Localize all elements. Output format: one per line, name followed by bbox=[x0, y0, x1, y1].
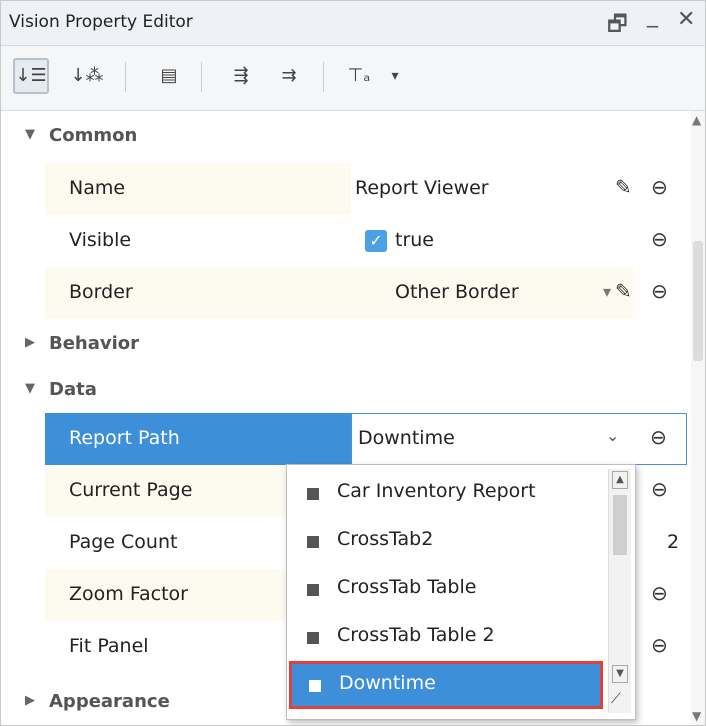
option-label: CrossTab2 bbox=[337, 528, 434, 550]
dropdown-option[interactable]: CrossTab2 bbox=[287, 517, 605, 565]
dropdown-scrollbar[interactable]: ▲ ▼ ⟋ bbox=[608, 469, 631, 713]
property-label: Report Path bbox=[69, 427, 180, 449]
link-icon[interactable]: ⊖ bbox=[651, 477, 668, 501]
name-value: Report Viewer bbox=[355, 177, 489, 199]
dropdown-option[interactable]: CrossTab Table 2 bbox=[287, 613, 605, 661]
toolbar: ↓☰ ↓⁂ ▤ ⇶ ⇉ ⊤ₐ ▾ bbox=[1, 46, 705, 111]
property-value-cell[interactable]: ✓ true bbox=[351, 215, 633, 267]
report-path-value: Downtime bbox=[358, 427, 455, 449]
toolbar-divider bbox=[323, 62, 324, 92]
section-label: Appearance bbox=[49, 691, 170, 712]
border-dropdown[interactable]: Other Border ▾ bbox=[351, 267, 633, 319]
report-icon bbox=[307, 488, 319, 500]
border-value: Other Border bbox=[395, 281, 519, 303]
section-label: Common bbox=[49, 125, 138, 146]
scroll-up-icon[interactable]: ▲ bbox=[612, 471, 628, 489]
pencil-icon[interactable]: ✎ bbox=[615, 175, 632, 199]
option-label: Downtime bbox=[339, 672, 436, 694]
dropdown-option[interactable]: Car Inventory Report bbox=[287, 469, 605, 517]
property-value-cell[interactable]: Report Viewer bbox=[351, 163, 633, 215]
dropdown-option[interactable]: CrossTab Table bbox=[287, 565, 605, 613]
close-icon[interactable]: ✕ bbox=[677, 7, 695, 32]
scroll-up-icon[interactable]: ▲ bbox=[692, 113, 701, 127]
report-icon bbox=[307, 584, 319, 596]
property-row-report-path[interactable]: Report Path Downtime ⌄ ⊖ bbox=[45, 413, 691, 465]
description-icon[interactable]: ▤ bbox=[151, 58, 187, 94]
property-label: Fit Panel bbox=[69, 635, 149, 657]
section-common[interactable]: ▼ Common bbox=[1, 111, 691, 163]
property-row-name[interactable]: Name Report Viewer ✎ ⊖ bbox=[45, 163, 691, 215]
link-icon[interactable]: ⊖ bbox=[651, 581, 668, 605]
filter-dropdown-icon[interactable]: ▾ bbox=[377, 58, 413, 94]
link-icon[interactable]: ⊖ bbox=[651, 227, 668, 251]
dropdown-triangle-icon[interactable]: ▾ bbox=[603, 282, 611, 301]
chevron-down-icon[interactable]: ⌄ bbox=[606, 426, 619, 445]
property-label: Page Count bbox=[69, 531, 178, 553]
collapsed-arrow-icon: ▶ bbox=[25, 335, 35, 350]
property-name-cell: Visible bbox=[45, 215, 351, 267]
toolbar-divider bbox=[125, 62, 126, 92]
scrollbar-thumb[interactable] bbox=[613, 495, 627, 555]
pencil-icon[interactable]: ✎ bbox=[615, 279, 632, 303]
title-bar: Vision Property Editor 🗗 _ ✕ bbox=[1, 1, 705, 46]
expand-all-icon[interactable]: ⇶ bbox=[223, 58, 259, 94]
section-behavior[interactable]: ▶ Behavior bbox=[1, 319, 691, 371]
section-label: Data bbox=[49, 379, 97, 400]
sort-alphabetical-icon[interactable]: ↓⁂ bbox=[69, 58, 105, 94]
report-icon bbox=[307, 536, 319, 548]
link-icon[interactable]: ⊖ bbox=[651, 279, 668, 303]
section-label: Behavior bbox=[49, 333, 140, 354]
property-label: Name bbox=[69, 177, 126, 199]
collapse-all-icon[interactable]: ⇉ bbox=[271, 58, 307, 94]
grid-scrollbar[interactable]: ▲ ▼ bbox=[691, 111, 705, 725]
property-name-cell: Name bbox=[45, 163, 351, 215]
scroll-down-icon[interactable]: ▼ bbox=[612, 665, 628, 683]
link-icon[interactable]: ⊖ bbox=[650, 425, 667, 449]
visible-checkbox[interactable]: ✓ bbox=[365, 230, 387, 252]
window-title: Vision Property Editor bbox=[9, 12, 193, 32]
resize-grip-icon[interactable]: ⟋ bbox=[611, 691, 621, 707]
page-count-value: 2 bbox=[667, 531, 680, 553]
property-row-border[interactable]: Border Other Border ▾ ✎ ⊖ bbox=[45, 267, 691, 319]
property-label: Zoom Factor bbox=[69, 583, 188, 605]
collapsed-arrow-icon: ▶ bbox=[25, 693, 35, 708]
link-icon[interactable]: ⊖ bbox=[651, 633, 668, 657]
property-name-cell: Report Path bbox=[45, 413, 351, 465]
property-label: Visible bbox=[69, 229, 132, 251]
report-icon bbox=[307, 632, 319, 644]
minimize-icon[interactable]: _ bbox=[647, 3, 658, 28]
property-name-cell: Border bbox=[45, 267, 351, 319]
expanded-arrow-icon: ▼ bbox=[25, 127, 35, 142]
visible-value: true bbox=[395, 229, 434, 251]
option-label: CrossTab Table bbox=[337, 576, 477, 598]
expanded-arrow-icon: ▼ bbox=[25, 381, 35, 396]
option-label: Car Inventory Report bbox=[337, 480, 536, 502]
link-icon[interactable]: ⊖ bbox=[651, 175, 668, 199]
sort-categorized-icon[interactable]: ↓☰ bbox=[13, 58, 49, 94]
report-icon bbox=[309, 680, 321, 692]
report-path-combobox[interactable]: Downtime ⌄ ⊖ bbox=[351, 413, 687, 465]
dropdown-option-selected[interactable]: Downtime bbox=[289, 661, 603, 709]
property-label: Current Page bbox=[69, 479, 193, 501]
filter-icon[interactable]: ⊤ₐ bbox=[341, 58, 377, 94]
property-row-visible[interactable]: Visible ✓ true ⊖ bbox=[45, 215, 691, 267]
scrollbar-thumb[interactable] bbox=[693, 241, 703, 361]
toolbar-divider bbox=[201, 62, 202, 92]
property-label: Border bbox=[69, 281, 133, 303]
option-label: CrossTab Table 2 bbox=[337, 624, 495, 646]
report-path-dropdown-list: Car Inventory Report CrossTab2 CrossTab … bbox=[286, 464, 636, 720]
property-editor-window: Vision Property Editor 🗗 _ ✕ ↓☰ ↓⁂ ▤ ⇶ ⇉… bbox=[0, 0, 706, 726]
restore-icon[interactable]: 🗗 bbox=[607, 7, 628, 45]
scroll-down-icon[interactable]: ▼ bbox=[692, 709, 701, 723]
section-data[interactable]: ▼ Data bbox=[1, 365, 691, 417]
